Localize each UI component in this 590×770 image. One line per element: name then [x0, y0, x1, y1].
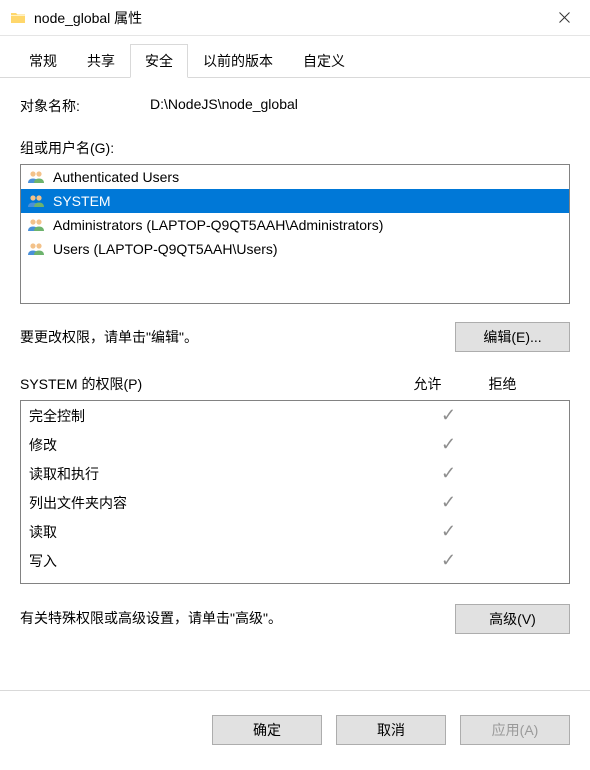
users-icon [27, 242, 45, 256]
allow-check-icon: ✓ [411, 492, 486, 513]
close-button[interactable] [542, 3, 586, 33]
tab-general[interactable]: 常规 [14, 44, 72, 78]
list-item-label: SYSTEM [53, 193, 111, 209]
tab-sharing[interactable]: 共享 [72, 44, 130, 78]
titlebar: node_global 属性 [0, 0, 590, 36]
permission-row: 读取✓ [21, 517, 569, 546]
list-item-label: Users (LAPTOP-Q9QT5AAH\Users) [53, 241, 278, 257]
object-name-value: D:\NodeJS\node_global [150, 96, 298, 116]
advanced-button[interactable]: 高级(V) [455, 604, 570, 634]
folder-icon [10, 10, 26, 26]
permission-name: 列出文件夹内容 [29, 493, 411, 513]
advanced-hint-text: 有关特殊权限或高级设置，请单击"高级"。 [20, 604, 455, 628]
users-icon [27, 218, 45, 232]
dialog-footer: 确定 取消 应用(A) [0, 701, 590, 759]
permission-name: 读取和执行 [29, 464, 411, 484]
group-users-label: 组或用户名(G): [20, 138, 570, 158]
users-icon [27, 194, 45, 208]
window-title: node_global 属性 [34, 8, 142, 28]
allow-check-icon: ✓ [411, 405, 486, 426]
list-item[interactable]: Users (LAPTOP-Q9QT5AAH\Users) [21, 237, 569, 261]
permission-name: 修改 [29, 435, 411, 455]
permissions-for-label: SYSTEM 的权限(P) [20, 374, 390, 394]
allow-check-icon: ✓ [411, 463, 486, 484]
users-listbox[interactable]: Authenticated Users SYSTEM Administrators … [20, 164, 570, 304]
list-item[interactable]: Authenticated Users [21, 165, 569, 189]
list-item-label: Administrators (LAPTOP-Q9QT5AAH\Administ… [53, 217, 383, 233]
content-pane: 对象名称: D:\NodeJS\node_global 组或用户名(G): Au… [0, 78, 590, 701]
allow-check-icon: ✓ [411, 550, 486, 571]
tab-previous-versions[interactable]: 以前的版本 [188, 44, 288, 78]
allow-column-header: 允许 [390, 374, 465, 394]
permission-row: 写入✓ [21, 546, 569, 575]
apply-button[interactable]: 应用(A) [460, 715, 570, 745]
permission-row: 读取和执行✓ [21, 459, 569, 488]
object-name-label: 对象名称: [20, 96, 150, 116]
permission-row: 列出文件夹内容✓ [21, 488, 569, 517]
permission-name: 完全控制 [29, 406, 411, 426]
tab-security[interactable]: 安全 [130, 44, 188, 78]
tab-strip: 常规 共享 安全 以前的版本 自定义 [0, 42, 590, 78]
users-icon [27, 170, 45, 184]
permissions-listbox[interactable]: 完全控制✓修改✓读取和执行✓列出文件夹内容✓读取✓写入✓ [20, 400, 570, 584]
ok-button[interactable]: 确定 [212, 715, 322, 745]
allow-check-icon: ✓ [411, 434, 486, 455]
permission-name: 读取 [29, 522, 411, 542]
list-item-label: Authenticated Users [53, 169, 179, 185]
edit-button[interactable]: 编辑(E)... [455, 322, 570, 352]
list-item[interactable]: SYSTEM [21, 189, 569, 213]
permission-name: 写入 [29, 551, 411, 571]
permission-row: 完全控制✓ [21, 401, 569, 430]
cancel-button[interactable]: 取消 [336, 715, 446, 745]
allow-check-icon: ✓ [411, 521, 486, 542]
permission-row: 修改✓ [21, 430, 569, 459]
list-item[interactable]: Administrators (LAPTOP-Q9QT5AAH\Administ… [21, 213, 569, 237]
tab-customize[interactable]: 自定义 [288, 44, 360, 78]
deny-column-header: 拒绝 [465, 374, 540, 394]
divider [0, 690, 590, 691]
edit-hint-text: 要更改权限，请单击"编辑"。 [20, 327, 455, 347]
